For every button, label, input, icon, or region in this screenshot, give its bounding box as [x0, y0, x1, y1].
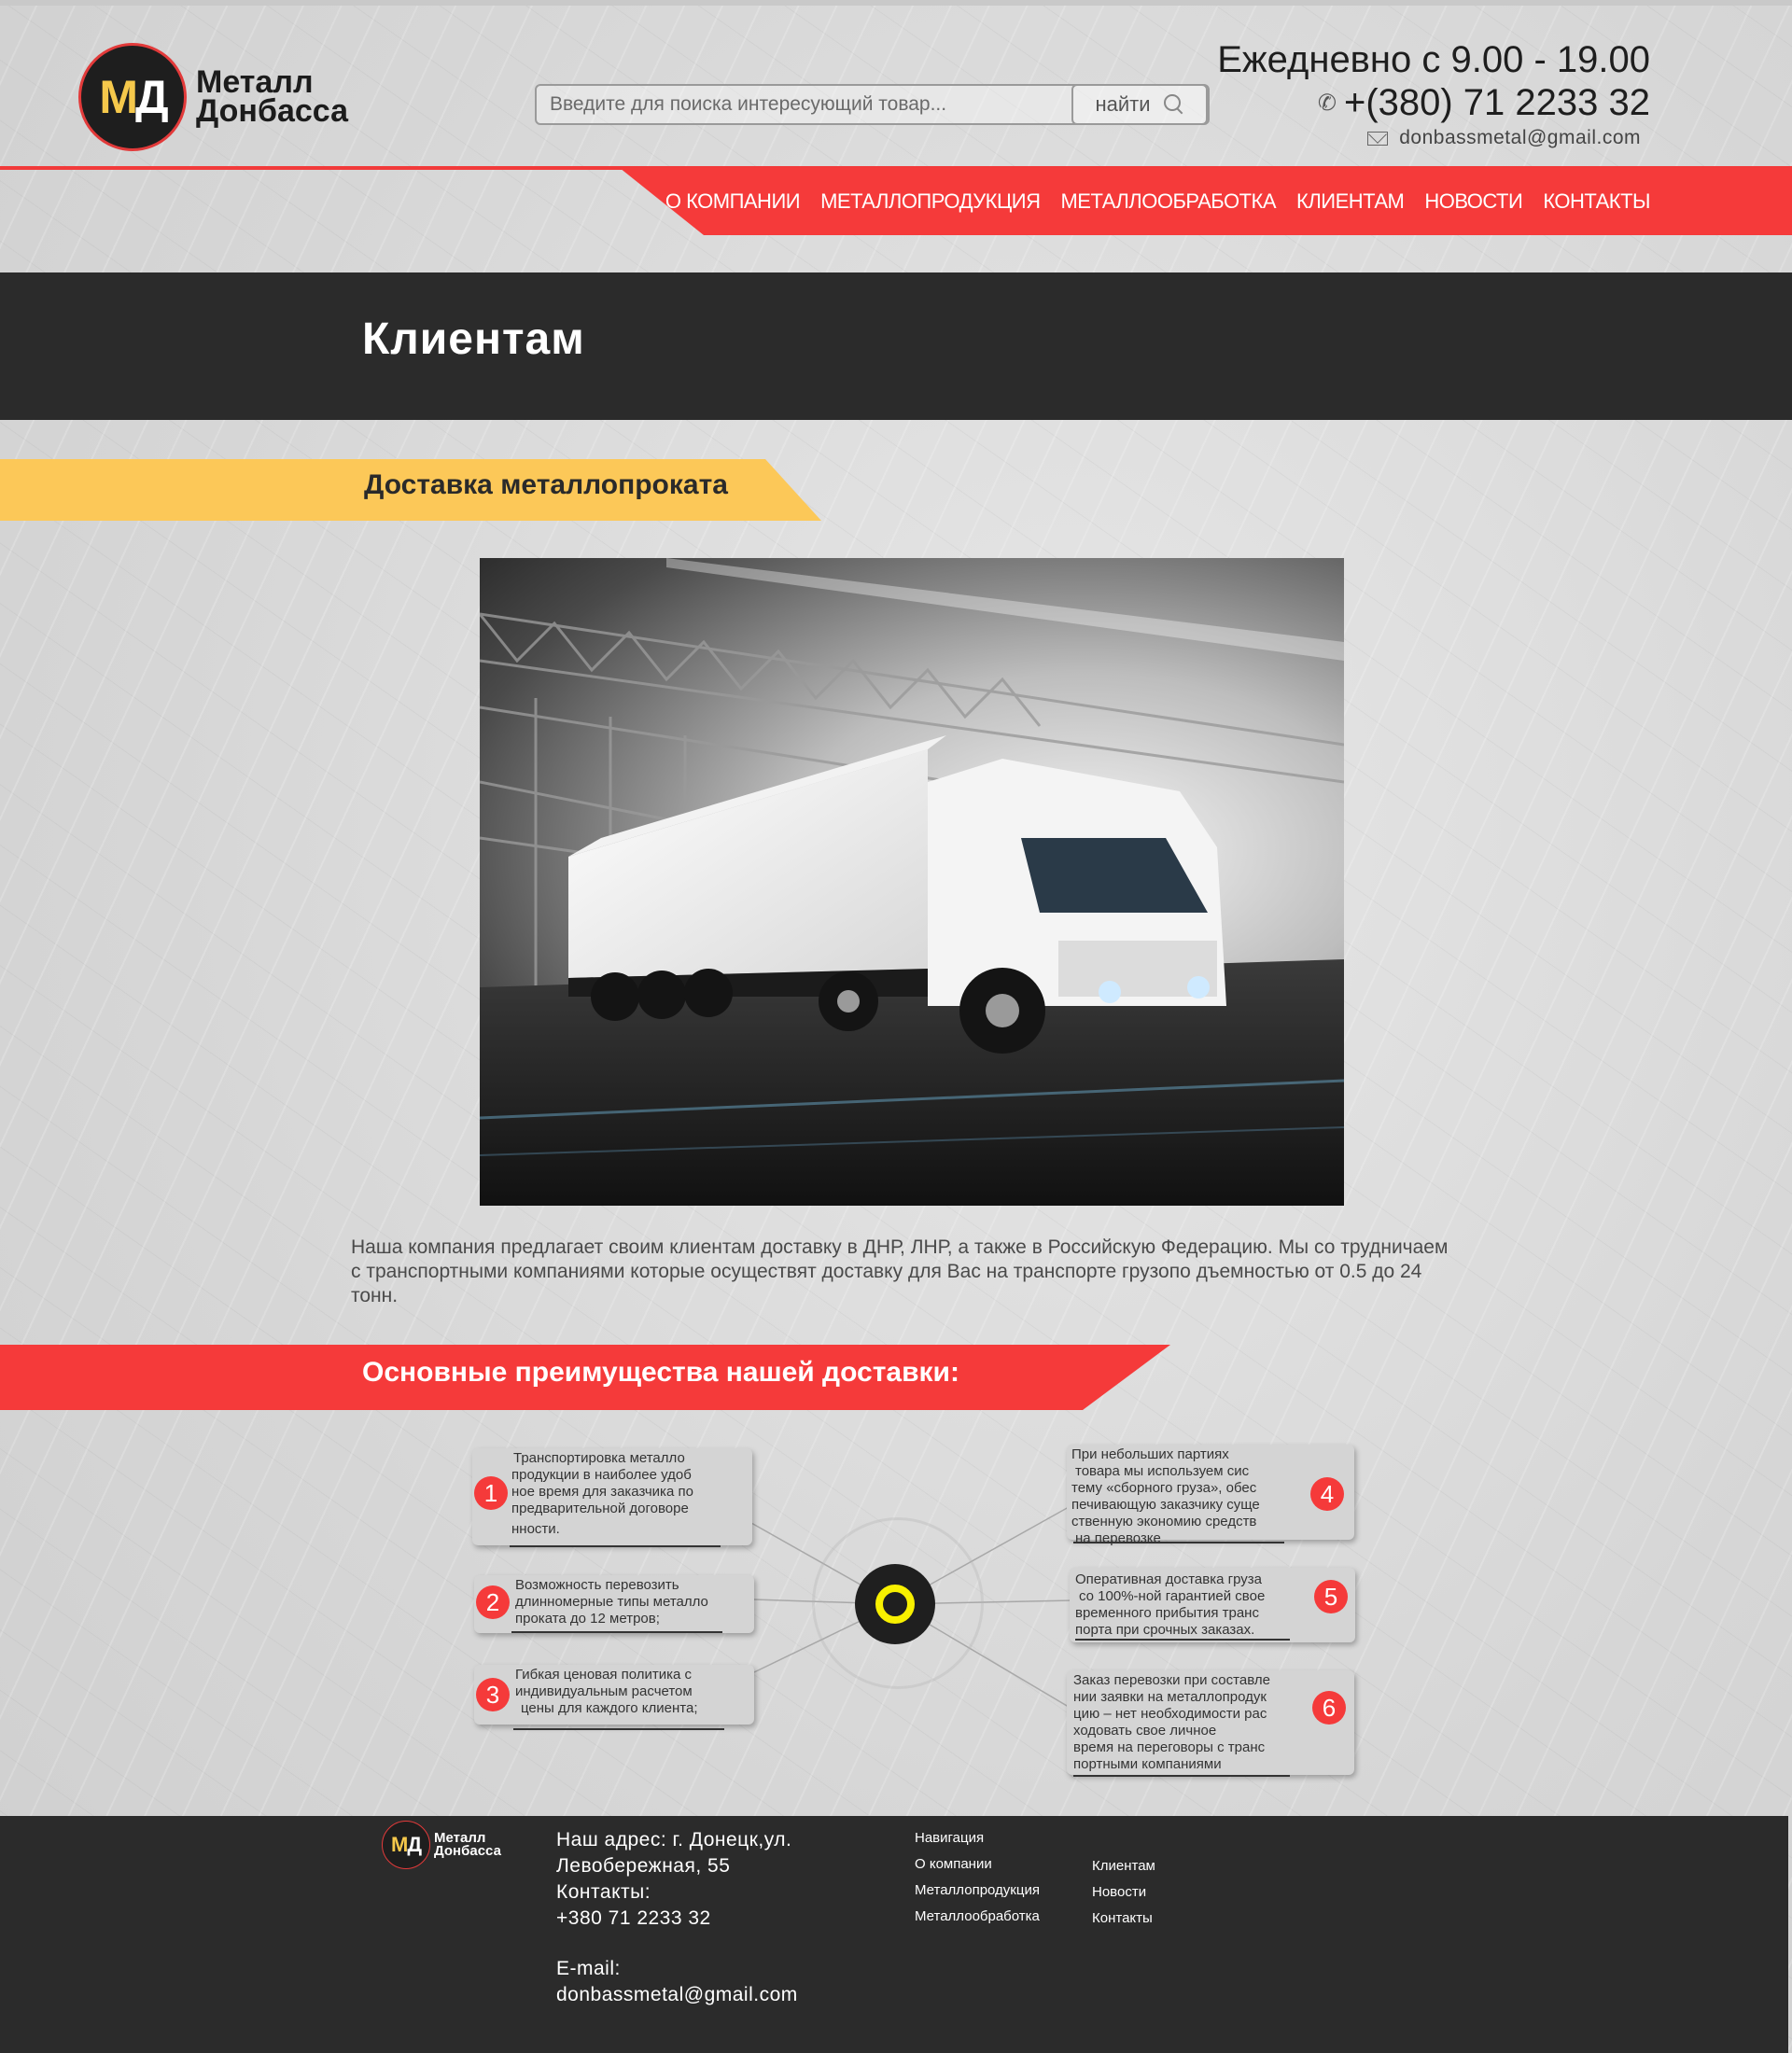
- advantage-4-line: печивающую заказчику суще: [1071, 1497, 1260, 1513]
- advantage-text-4: При небольших партиях товара мы использу…: [1071, 1446, 1305, 1547]
- site-footer: [0, 1816, 1788, 2053]
- advantage-underline-6: [1073, 1775, 1290, 1777]
- advantage-6-line: цию – нет необходимости рас: [1073, 1706, 1267, 1722]
- advantage-4-line: При небольших партиях: [1071, 1446, 1229, 1462]
- footer-contacts-label: Контакты:: [556, 1881, 651, 1903]
- advantage-6-line: портными компаниями: [1073, 1756, 1222, 1772]
- footer-link-contacts[interactable]: Контакты: [1092, 1906, 1155, 1932]
- footer-address-line2: Левобережная, 55: [556, 1855, 731, 1877]
- advantage-underline-5: [1075, 1639, 1290, 1641]
- advantage-3-line: индивидуальным расчетом: [515, 1683, 693, 1699]
- advantage-number-2: 2: [476, 1585, 510, 1619]
- advantage-3-line: цены для каждого клиента;: [521, 1700, 698, 1716]
- advantage-1-line: ное время для заказчика по: [511, 1484, 693, 1500]
- advantage-number-3: 3: [476, 1678, 510, 1711]
- advantage-1-line: продукции в наиболее удоб: [511, 1467, 692, 1483]
- advantage-underline-4: [1073, 1542, 1284, 1543]
- advantage-4-line: на перевозке: [1075, 1530, 1161, 1546]
- footer-logo-mark-d: Д: [407, 1833, 422, 1856]
- advantage-6-line: ходовать свое личное: [1073, 1723, 1217, 1739]
- advantage-text-3: Гибкая ценовая политика с индивидуальным…: [515, 1667, 749, 1717]
- advantage-6-line: время на переговоры с транс: [1073, 1739, 1266, 1755]
- advantage-underline-2: [511, 1631, 722, 1633]
- advantage-4-line: ственную экономию средств: [1071, 1514, 1257, 1529]
- advantage-number-6: 6: [1312, 1691, 1346, 1725]
- footer-link-metalworking[interactable]: Металлообработка: [915, 1904, 1040, 1930]
- advantage-underline-3: [513, 1728, 724, 1730]
- footer-nav-heading: Навигация: [915, 1830, 985, 1846]
- advantage-5-line: порта при срочных заказах.: [1075, 1622, 1255, 1638]
- advantage-2-line: проката до 12 метров;: [515, 1611, 660, 1627]
- footer-link-metal-products[interactable]: Металлопродукция: [915, 1878, 1040, 1904]
- advantage-6-line: нии заявки на металлопродук: [1073, 1689, 1267, 1705]
- footer-gap: [556, 1932, 798, 1956]
- footer-nav-col2: Клиентам Новости Контакты: [1092, 1853, 1155, 1932]
- connector-lines: [750, 1506, 1074, 1711]
- advantage-text-1: Транспортировка металло продукции в наиб…: [511, 1450, 745, 1538]
- advantage-3-line: Гибкая ценовая политика с: [515, 1667, 693, 1683]
- footer-phone[interactable]: +380 71 2233 32: [556, 1906, 798, 1932]
- advantage-number-4: 4: [1310, 1477, 1344, 1511]
- footer-address-block: Наш адрес: г. Донецк,ул. Левобережная, 5…: [556, 1827, 798, 2008]
- advantage-5-line: Оперативная доставка груза: [1075, 1571, 1262, 1587]
- advantage-5-line: со 100%-ной гарантией свое: [1079, 1588, 1266, 1604]
- footer-logo-mark-m: М: [390, 1833, 408, 1856]
- advantage-6-line: Заказ перевозки при составле: [1073, 1672, 1270, 1688]
- footer-email[interactable]: donbassmetal@gmail.com: [556, 1982, 798, 2008]
- advantage-1-line: Транспортировка металло: [513, 1450, 685, 1466]
- footer-address-line1: Наш адрес: г. Донецк,ул.: [556, 1829, 792, 1850]
- footer-link-about[interactable]: О компании: [915, 1851, 1040, 1878]
- advantage-text-6: Заказ перевозки при составле нии заявки …: [1073, 1672, 1316, 1773]
- advantage-2-line: Возможность перевозить: [515, 1577, 679, 1593]
- advantage-5-line: временного прибытия транс: [1075, 1605, 1259, 1621]
- advantage-1-line: нности.: [511, 1521, 560, 1537]
- footer-link-news[interactable]: Новости: [1092, 1879, 1155, 1906]
- advantage-number-1: 1: [474, 1476, 508, 1510]
- footer-nav-col1: Навигация О компании Металлопродукция Ме…: [915, 1825, 1040, 1930]
- advantage-1-line: предварительной договоре: [511, 1501, 689, 1516]
- advantage-text-2: Возможность перевозить длинномерные типы…: [515, 1577, 749, 1627]
- footer-logo-text: Металл Донбасса: [434, 1831, 501, 1859]
- footer-email-label: E-mail:: [556, 1958, 621, 1979]
- footer-link-clients[interactable]: Клиентам: [1092, 1853, 1155, 1879]
- footer-logo-mark: МД: [382, 1821, 430, 1869]
- footer-logo[interactable]: МД Металл Донбасса: [382, 1821, 501, 1869]
- advantage-2-line: длинномерные типы металло: [515, 1594, 708, 1610]
- advantage-underline-1: [510, 1545, 721, 1547]
- footer-logo-line2: Донбасса: [434, 1843, 501, 1859]
- advantage-number-5: 5: [1314, 1580, 1348, 1613]
- advantage-text-5: Оперативная доставка груза со 100%-ной г…: [1075, 1571, 1309, 1639]
- hub-yellow-ring: [875, 1585, 915, 1624]
- advantage-4-line: тему «сборного груза», обес: [1071, 1480, 1257, 1496]
- advantage-4-line: товара мы используем сис: [1075, 1463, 1250, 1479]
